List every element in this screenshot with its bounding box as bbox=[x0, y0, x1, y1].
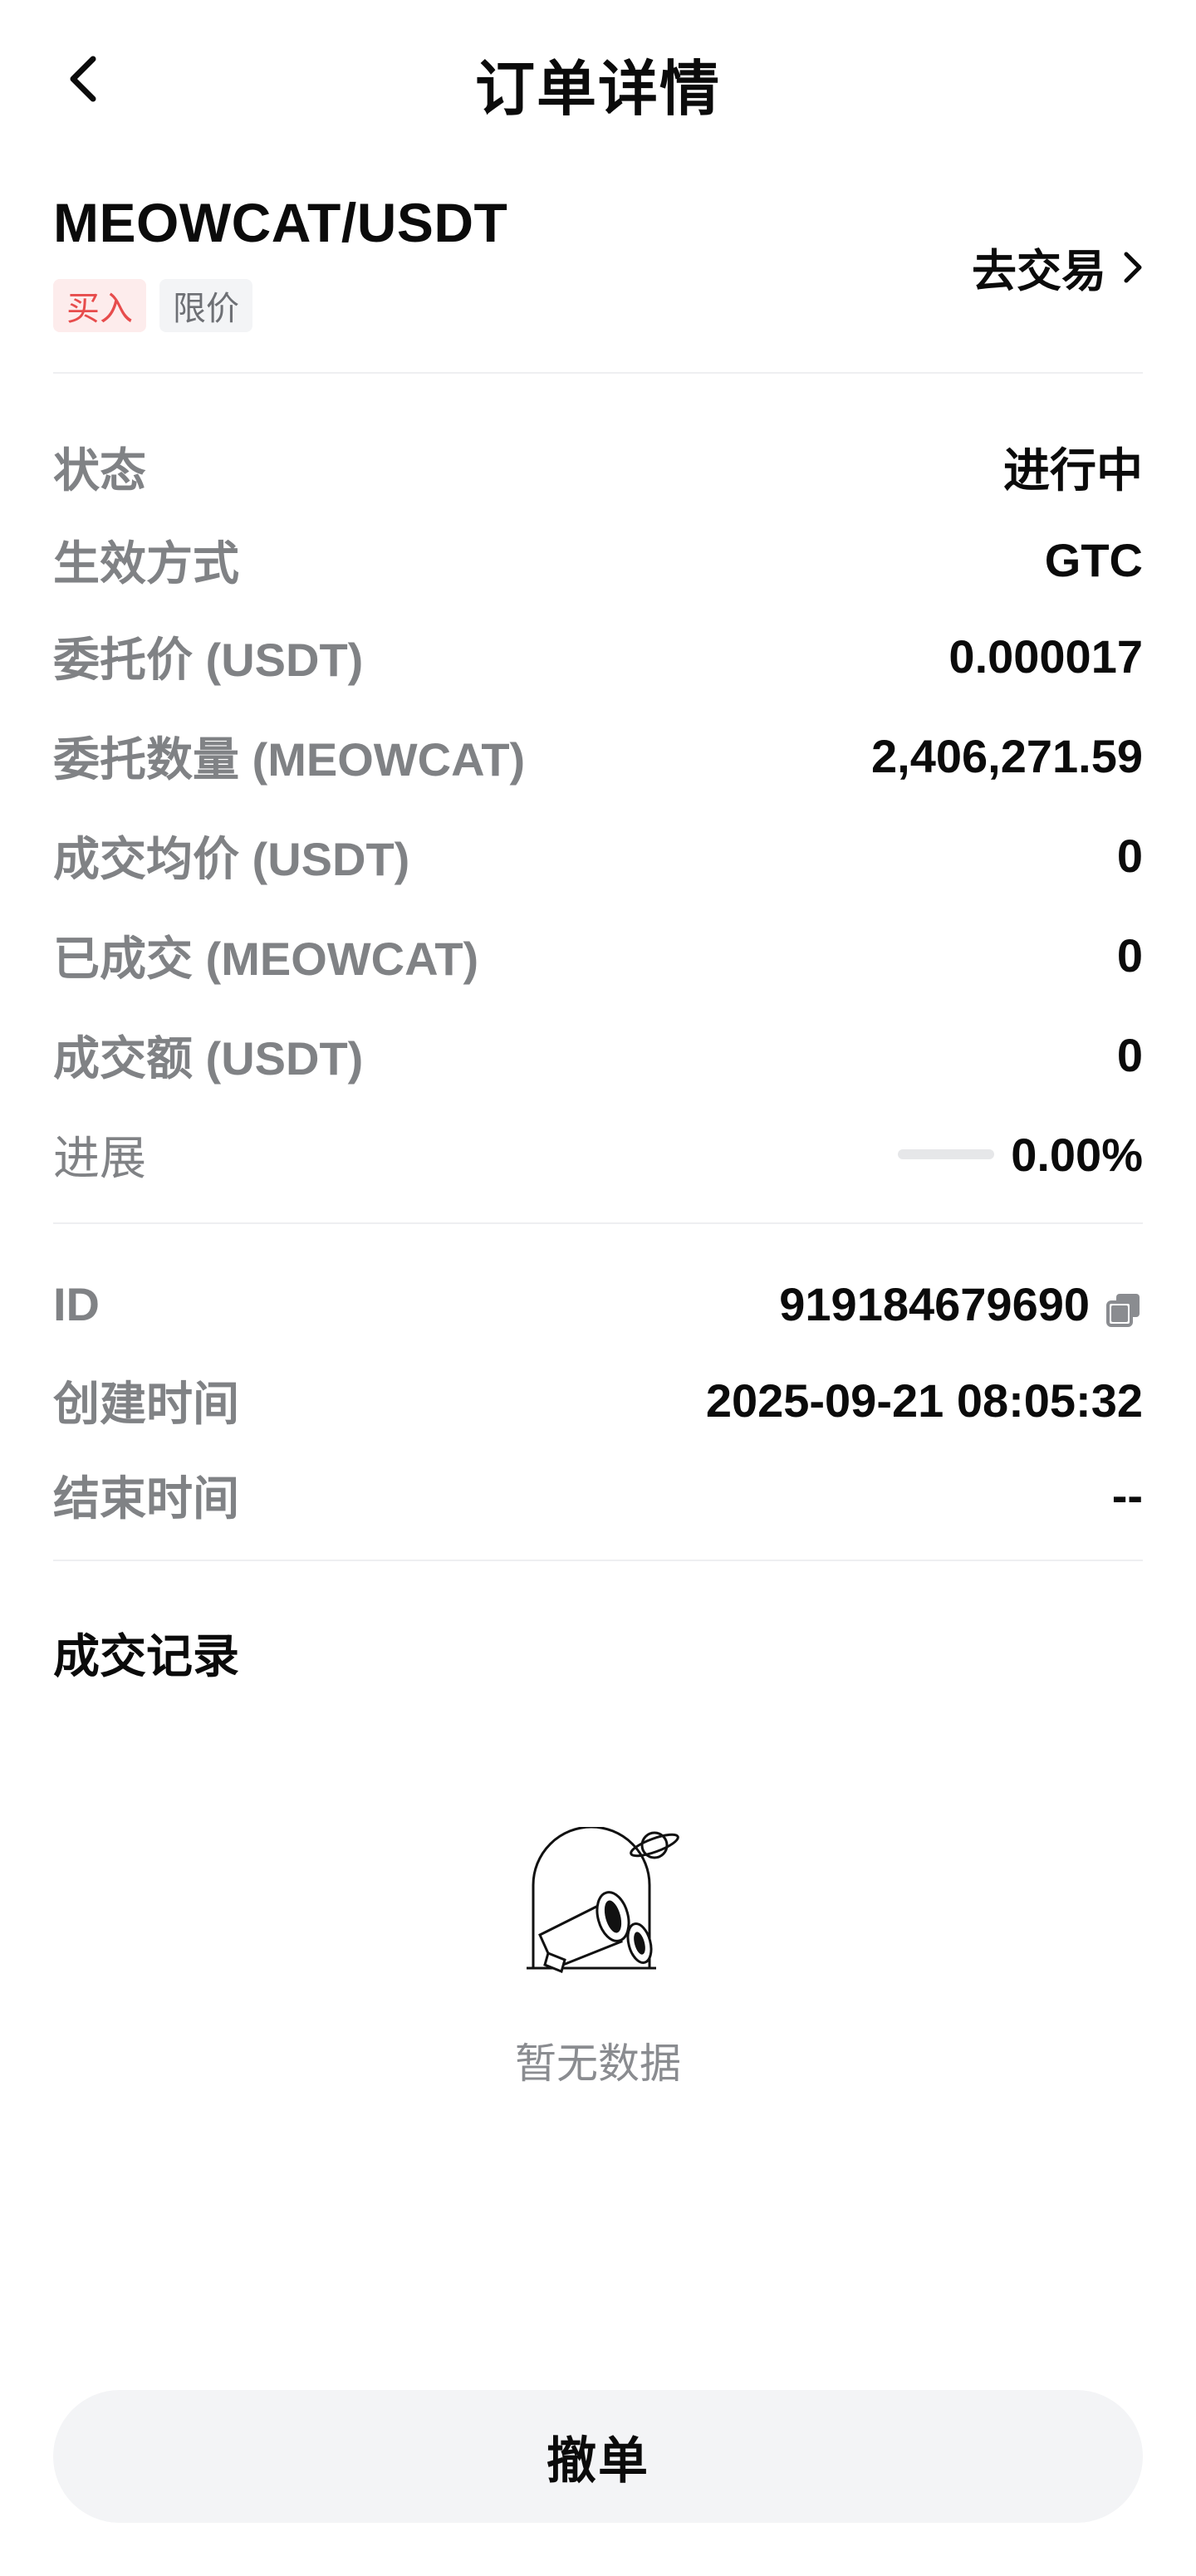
binoculars-planet-icon bbox=[527, 1825, 679, 1974]
meta-value: 2025-09-21 08:05:32 bbox=[705, 1374, 1143, 1427]
records-title: 成交记录 bbox=[53, 1630, 239, 1682]
detail-row-time-in-force: 生效方式 GTC bbox=[53, 526, 1143, 593]
detail-label: 状态 bbox=[53, 443, 146, 497]
empty-text: 暂无数据 bbox=[515, 2040, 681, 2087]
detail-label: 成交额 (USDT) bbox=[53, 1031, 364, 1085]
empty-state: 暂无数据 bbox=[0, 1825, 1196, 2090]
page-title: 订单详情 bbox=[474, 56, 721, 123]
detail-label: 已成交 (MEOWCAT) bbox=[53, 932, 479, 985]
detail-row-filled: 已成交 (MEOWCAT) 0 bbox=[53, 922, 1143, 988]
detail-value: GTC bbox=[1044, 533, 1143, 586]
copy-icon[interactable] bbox=[1106, 1286, 1143, 1327]
detail-value: 进行中 bbox=[1003, 443, 1143, 497]
detail-value: 0.000017 bbox=[948, 629, 1143, 683]
chevron-right-icon bbox=[1124, 252, 1142, 282]
meta-label: ID bbox=[53, 1277, 100, 1330]
header: 订单详情 bbox=[0, 0, 1196, 158]
detail-row-filled-total: 成交额 (USDT) 0 bbox=[53, 1021, 1143, 1088]
detail-row-avg-price: 成交均价 (USDT) 0 bbox=[53, 822, 1143, 889]
detail-value: 0 bbox=[1116, 928, 1143, 982]
detail-value: 2,406,271.59 bbox=[871, 729, 1143, 782]
detail-label: 进展 bbox=[53, 1131, 146, 1184]
divider bbox=[53, 372, 1143, 374]
progress-percent: 0.00% bbox=[1011, 1128, 1143, 1181]
detail-value: 0 bbox=[1116, 829, 1143, 882]
meta-row-ended: 结束时间 -- bbox=[53, 1462, 1143, 1528]
order-type-tag: 限价 bbox=[159, 279, 252, 332]
progress-bar bbox=[898, 1149, 995, 1159]
side-tag: 买入 bbox=[53, 279, 146, 332]
meta-row-id: ID 919184679690 bbox=[53, 1271, 1143, 1337]
detail-label: 委托价 (USDT) bbox=[53, 633, 364, 686]
detail-value: 0 bbox=[1116, 1028, 1143, 1081]
cancel-order-label: 撤单 bbox=[547, 2432, 649, 2489]
divider bbox=[53, 1222, 1143, 1224]
detail-label: 成交均价 (USDT) bbox=[53, 832, 410, 885]
pair-name: MEOWCAT/USDT bbox=[53, 192, 508, 253]
meta-value: 919184679690 bbox=[779, 1277, 1143, 1331]
detail-row-order-amount: 委托数量 (MEOWCAT) 2,406,271.59 bbox=[53, 722, 1143, 789]
detail-row-status: 状态 进行中 bbox=[53, 433, 1143, 500]
meta-label: 创建时间 bbox=[53, 1377, 239, 1430]
divider bbox=[53, 1560, 1143, 1561]
detail-row-order-price: 委托价 (USDT) 0.000017 bbox=[53, 623, 1143, 689]
progress-value: 0.00% bbox=[898, 1128, 1143, 1182]
pair-summary: MEOWCAT/USDT 买入 限价 去交易 bbox=[53, 191, 1143, 374]
go-trade-label: 去交易 bbox=[972, 247, 1106, 296]
meta-label: 结束时间 bbox=[53, 1472, 239, 1525]
cancel-order-button[interactable]: 撤单 bbox=[53, 2390, 1143, 2523]
order-id: 919184679690 bbox=[779, 1277, 1090, 1330]
detail-label: 生效方式 bbox=[53, 536, 239, 590]
go-trade-link[interactable]: 去交易 bbox=[972, 234, 1143, 300]
meta-value: -- bbox=[1111, 1468, 1143, 1521]
order-tags: 买入 限价 bbox=[53, 279, 252, 332]
detail-row-progress: 进展 0.00% bbox=[53, 1121, 1143, 1188]
meta-row-created: 创建时间 2025-09-21 08:05:32 bbox=[53, 1367, 1143, 1433]
detail-label: 委托数量 (MEOWCAT) bbox=[53, 732, 526, 786]
